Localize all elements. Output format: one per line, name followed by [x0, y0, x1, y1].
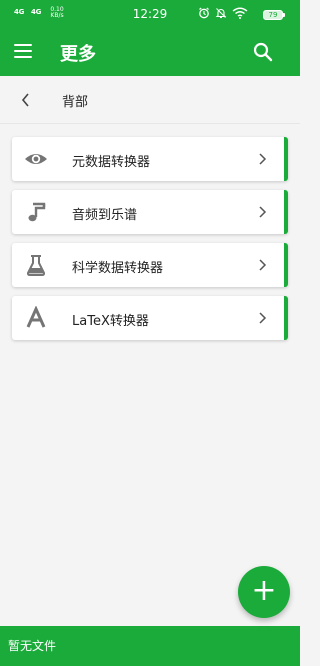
music-note-icon [28, 202, 46, 222]
menu-icon[interactable] [14, 44, 32, 60]
tool-item-scientific-data-converter[interactable]: 科学数据转换器 [12, 243, 288, 287]
flask-icon [26, 255, 46, 276]
chevron-right-icon [259, 153, 267, 165]
app-bar: 更多 [0, 28, 300, 76]
back-arrow-icon[interactable] [18, 91, 34, 109]
tool-item-audio-to-score[interactable]: 音频到乐谱 [12, 190, 288, 234]
screen: 4G 4G 0.10 KB/s 12:29 79 更多 背部 元数据转换器 音频… [0, 0, 300, 666]
eye-icon [25, 154, 47, 164]
tool-item-latex-converter[interactable]: LaTeX转换器 [12, 296, 288, 340]
clock: 12:29 [132, 7, 168, 21]
tool-item-label: 音频到乐谱 [72, 208, 138, 223]
tool-item-metadata-converter[interactable]: 元数据转换器 [12, 137, 288, 181]
bottom-bar: 暂无文件 [0, 626, 300, 666]
bell-off-icon [215, 8, 227, 19]
breadcrumb: 背部 [0, 76, 300, 124]
chevron-right-icon [259, 206, 267, 218]
wifi-icon [232, 7, 248, 19]
battery-indicator: 79 [263, 10, 285, 20]
breadcrumb-label[interactable]: 背部 [62, 91, 88, 110]
tool-item-label: 元数据转换器 [72, 155, 151, 170]
tool-item-label: 科学数据转换器 [72, 261, 164, 276]
add-button[interactable]: + [238, 566, 290, 618]
search-icon[interactable] [252, 41, 274, 63]
alarm-icon [199, 7, 209, 19]
chevron-right-icon [259, 259, 267, 271]
page-title: 更多 [60, 44, 96, 65]
tool-item-label: LaTeX转换器 [72, 314, 149, 329]
chevron-right-icon [259, 312, 267, 324]
empty-files-text: 暂无文件 [8, 639, 57, 653]
font-a-icon [26, 306, 46, 328]
status-bar: 4G 4G 0.10 KB/s 12:29 79 [0, 0, 300, 28]
